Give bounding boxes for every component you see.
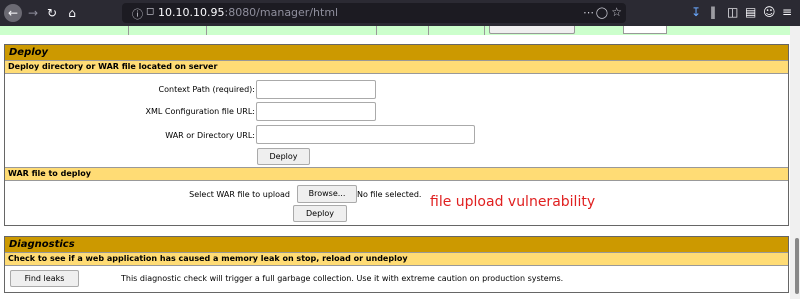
reload-icon[interactable]: ↻ <box>43 4 61 22</box>
more-icon[interactable]: ⋯ <box>583 6 594 19</box>
browse-button[interactable]: Browse... <box>297 185 357 203</box>
deploy-war-button[interactable]: Deploy <box>293 205 347 222</box>
deploy-title: Deploy <box>5 45 788 61</box>
table-cell <box>0 26 129 35</box>
url-path: :8080/manager/html <box>224 6 339 19</box>
menu-icon[interactable]: ≡ <box>782 5 792 19</box>
war-directory-label: WAR or Directory URL: <box>165 131 255 140</box>
sidebar-icon[interactable]: ◫ <box>727 5 738 19</box>
table-cell <box>428 26 485 35</box>
diagnostics-description: This diagnostic check will trigger a ful… <box>121 274 564 283</box>
deploy-server-button[interactable]: Deploy <box>257 148 310 165</box>
diagnostics-section: Diagnostics Check to see if a web applic… <box>4 236 789 293</box>
forward-icon[interactable]: → <box>24 4 42 22</box>
url-text: 10.10.10.95:8080/manager/html <box>158 6 338 19</box>
context-path-input[interactable] <box>256 80 376 99</box>
sessions-table-row <box>0 26 800 35</box>
scrollbar-thumb[interactable] <box>795 238 799 294</box>
deploy-server-subtitle: Deploy directory or WAR file located on … <box>5 61 788 74</box>
diagnostics-title: Diagnostics <box>5 237 788 253</box>
select-war-label: Select WAR file to upload <box>189 190 290 199</box>
no-file-selected-text: No file selected. <box>357 190 422 199</box>
idle-minutes-input[interactable] <box>623 26 667 34</box>
table-cell <box>376 26 429 35</box>
home-icon[interactable]: ⌂ <box>63 4 81 22</box>
context-path-label: Context Path (required): <box>158 85 255 94</box>
address-bar[interactable]: ⓘ ◻ 10.10.10.95:8080/manager/html ⋯ ◯ ☆ <box>122 3 626 23</box>
diagnostics-subtitle: Check to see if a web application has ca… <box>5 253 788 266</box>
expire-sessions-button[interactable] <box>489 26 575 34</box>
back-icon[interactable]: ← <box>4 4 22 22</box>
browser-toolbar: ← → ↻ ⌂ ⓘ ◻ 10.10.10.95:8080/manager/htm… <box>0 0 800 26</box>
pocket-icon[interactable]: ◯ <box>596 6 608 19</box>
war-file-subtitle: WAR file to deploy <box>5 168 788 181</box>
library-icon[interactable]: ‖ <box>710 5 716 19</box>
xml-config-label: XML Configuration file URL: <box>145 107 255 116</box>
table-cell <box>206 26 377 35</box>
bookmark-star-icon[interactable]: ☆ <box>611 5 622 19</box>
insecure-icon: ◻ <box>146 6 155 17</box>
xml-config-input[interactable] <box>256 102 376 121</box>
war-upload-subheader: WAR file to deploy <box>5 167 788 181</box>
deploy-section: Deploy Deploy directory or WAR file loca… <box>4 44 789 226</box>
find-leaks-button[interactable]: Find leaks <box>10 270 79 287</box>
download-icon[interactable]: ↧ <box>691 5 701 19</box>
url-host: 10.10.10.95 <box>158 6 225 19</box>
table-cell <box>128 26 207 35</box>
vulnerability-annotation: file upload vulnerability <box>430 194 596 210</box>
war-directory-input[interactable] <box>256 125 475 144</box>
reader-icon[interactable]: ▤ <box>745 5 756 19</box>
account-icon[interactable]: ☺ <box>763 5 776 19</box>
info-icon[interactable]: ⓘ <box>132 6 143 22</box>
